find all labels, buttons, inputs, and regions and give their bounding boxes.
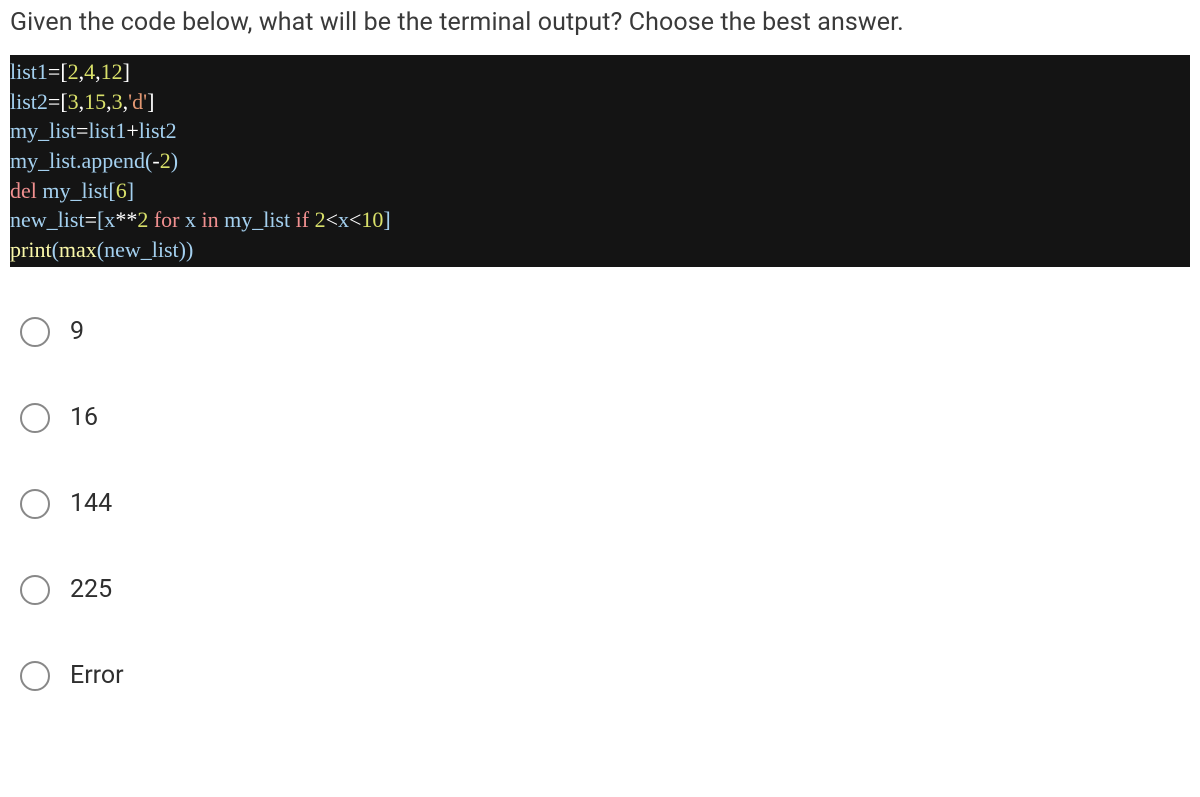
radio-icon — [20, 575, 50, 605]
question-container: Given the code below, what will be the t… — [0, 0, 1200, 757]
code-line-6: new_list=[x**2 for x in my_list if 2<x<1… — [10, 205, 1190, 235]
option-225[interactable]: 225 — [20, 575, 1190, 605]
code-line-4: my_list.append(-2) — [10, 146, 1190, 176]
options-group: 9 16 144 225 Error — [10, 317, 1190, 691]
option-label: Error — [70, 661, 124, 690]
radio-icon — [20, 489, 50, 519]
code-block: list1=[2,4,12]list2=[3,15,3,'d']my_list=… — [10, 55, 1190, 267]
option-label: 225 — [70, 575, 112, 604]
option-16[interactable]: 16 — [20, 403, 1190, 433]
radio-icon — [20, 317, 50, 347]
code-line-2: list2=[3,15,3,'d'] — [10, 87, 1190, 117]
question-text: Given the code below, what will be the t… — [10, 8, 1190, 37]
option-label: 9 — [70, 317, 84, 346]
code-line-5: del my_list[6] — [10, 176, 1190, 206]
code-line-3: my_list=list1+list2 — [10, 116, 1190, 146]
option-9[interactable]: 9 — [20, 317, 1190, 347]
code-line-1: list1=[2,4,12] — [10, 57, 1190, 87]
option-label: 16 — [70, 403, 98, 432]
option-144[interactable]: 144 — [20, 489, 1190, 519]
code-line-7: print(max(new_list)) — [10, 235, 1190, 265]
option-label: 144 — [70, 489, 112, 518]
option-error[interactable]: Error — [20, 661, 1190, 691]
radio-icon — [20, 661, 50, 691]
radio-icon — [20, 403, 50, 433]
